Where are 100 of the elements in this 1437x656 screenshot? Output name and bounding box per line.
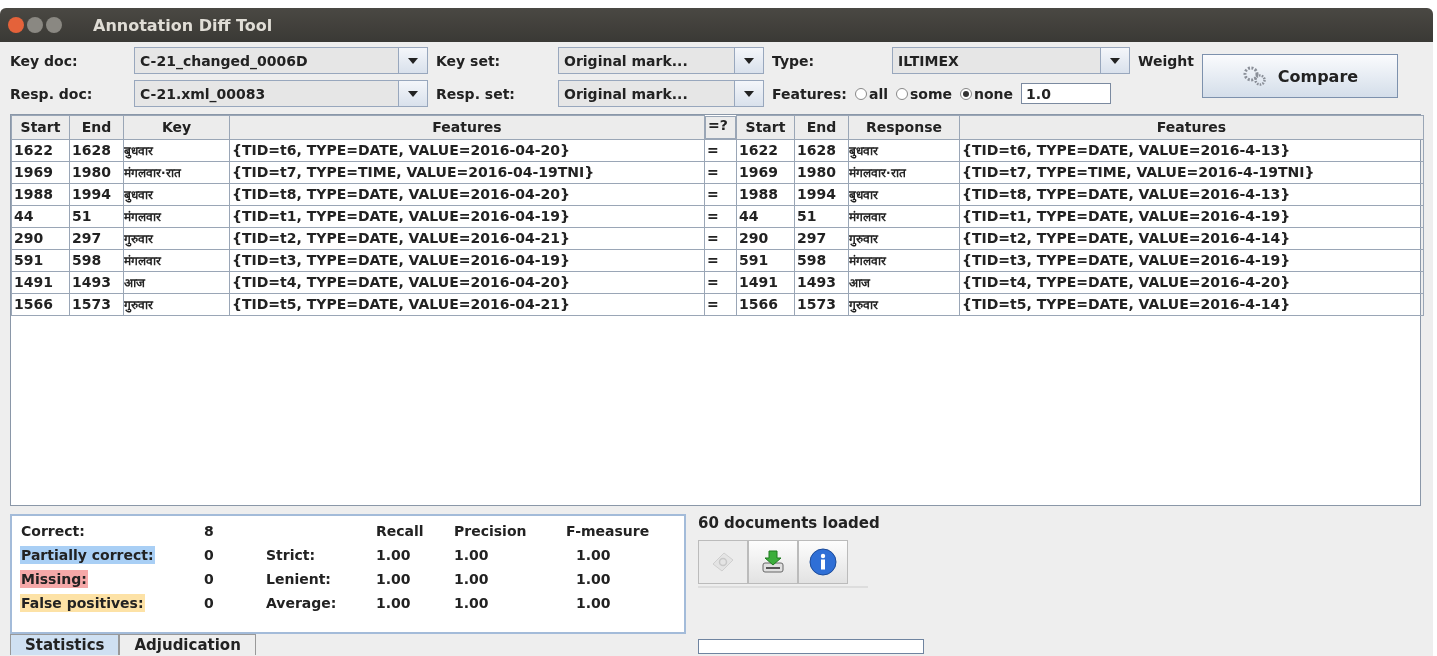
table-cell: {TID=t6, TYPE=DATE, VALUE=2016-04-20} [229,139,705,161]
count-value: 0 [204,571,215,587]
table-cell: 598 [69,249,124,271]
field-label: Resp. doc: [10,85,94,102]
table-cell: 1969 [11,161,70,183]
info-icon [809,548,837,576]
table-cell: 51 [69,205,124,227]
table-cell: {TID=t8, TYPE=DATE, VALUE=2016-4-13} [959,183,1424,205]
maximize-button[interactable] [46,17,62,33]
table-cell: 1988 [11,183,70,205]
table-cell: 1573 [794,293,849,315]
table-cell: = [704,271,737,293]
measure-value: 1.00 [575,547,612,563]
table-cell: = [704,227,737,249]
radio-option[interactable]: none [960,85,1014,102]
table-cell: मंगलवार [123,205,230,227]
table-cell: {TID=t4, TYPE=DATE, VALUE=2016-04-20} [229,271,705,293]
caret-icon [744,90,754,97]
table-cell: = [704,139,737,161]
radio-button[interactable] [854,87,867,100]
column-header: Precision [454,523,528,539]
table-cell: 1980 [69,161,124,183]
column-header[interactable]: =? [705,115,736,139]
field-label: Key doc: [10,52,79,69]
close-button[interactable] [8,17,24,33]
table-cell: 1573 [69,293,124,315]
table-cell: 1566 [736,293,795,315]
minimize-button[interactable] [27,17,43,33]
field-label: Resp. set: [436,85,516,102]
table-cell: मंगलवार [848,205,960,227]
table-cell: 591 [736,249,795,271]
table-cell: 1994 [69,183,124,205]
tab[interactable]: Statistics [10,634,120,655]
table-cell: 44 [11,205,70,227]
table-cell: {TID=t5, TYPE=DATE, VALUE=2016-4-14} [959,293,1424,315]
table-cell: {TID=t2, TYPE=DATE, VALUE=2016-4-14} [959,227,1424,249]
download-icon [760,549,786,575]
table-cell: आज [848,271,960,293]
response-doc-dropdown[interactable]: C-21.xml_00083 [134,80,428,107]
field-label: Key set: [436,52,502,69]
key-set-dropdown[interactable]: Original mark... [558,47,764,74]
table-cell: 1994 [794,183,849,205]
table-cell: {TID=t3, TYPE=DATE, VALUE=2016-04-19} [229,249,705,271]
table-cell: {TID=t7, TYPE=TIME, VALUE=2016-4-19TNI} [959,161,1424,183]
key-doc-dropdown[interactable]: C-21_changed_0006D [134,47,428,74]
radio-option[interactable]: all [854,85,888,102]
table-cell: 51 [794,205,849,227]
radio-button[interactable] [896,87,908,100]
measure-value: 1.00 [454,547,490,563]
column-header: F-measure [566,523,651,539]
measure-label: Average: [266,595,338,611]
column-header[interactable]: Key [123,115,230,139]
column-header[interactable]: Start [736,115,795,139]
table-cell: = [704,249,737,271]
table-cell: = [704,293,737,315]
count-value: 8 [204,523,215,539]
response-set-dropdown[interactable]: Original mark... [558,80,764,107]
tab[interactable]: Adjudication [119,634,256,655]
table-cell: 591 [11,249,70,271]
table-cell: मंगलवार [123,249,230,271]
table-cell: 598 [794,249,849,271]
table-cell: मंगलवार·रात [123,161,230,183]
column-header: Recall [376,523,425,539]
table-cell: 1622 [11,139,70,161]
table-cell: {TID=t1, TYPE=DATE, VALUE=2016-4-19} [959,205,1424,227]
info-button[interactable] [798,540,848,584]
table-cell: {TID=t8, TYPE=DATE, VALUE=2016-04-20} [229,183,705,205]
column-header[interactable]: Features [229,115,705,139]
table-cell: 290 [736,227,795,249]
column-header[interactable]: End [794,115,849,139]
weight-field[interactable]: 1.0 [1021,83,1112,104]
count-value: 0 [204,547,215,563]
table-cell: = [704,205,737,227]
radio-button[interactable] [960,87,973,100]
table-cell: गुरुवार [848,293,960,315]
table-cell: 1628 [794,139,849,161]
table-cell: {TID=t2, TYPE=DATE, VALUE=2016-04-21} [229,227,705,249]
column-header[interactable]: Features [959,115,1424,139]
table-cell: {TID=t3, TYPE=DATE, VALUE=2016-4-19} [959,249,1424,271]
table-cell: 1988 [736,183,795,205]
table-cell: बुधवार [123,183,230,205]
table-cell: {TID=t1, TYPE=DATE, VALUE=2016-04-19} [229,205,705,227]
column-header[interactable]: Response [848,115,960,139]
table-cell: {TID=t5, TYPE=DATE, VALUE=2016-04-21} [229,293,705,315]
measure-value: 1.00 [454,571,490,587]
column-header[interactable]: End [69,115,124,139]
type-dropdown[interactable]: ILTIMEX [892,47,1130,74]
field-label: Features: [772,85,847,102]
field-label: Weight [1138,52,1194,69]
compare-button[interactable]: Compare [1201,54,1398,98]
table-cell: = [704,161,737,183]
document-icon [710,550,736,574]
status-text: 60 documents loaded [698,514,881,532]
measure-value: 1.00 [575,571,612,587]
count-label: False positives: [20,594,145,612]
table-cell: 1628 [69,139,124,161]
table-cell: 1566 [11,293,70,315]
radio-option[interactable]: some [896,85,953,102]
export-button[interactable] [748,540,798,584]
column-header[interactable]: Start [11,115,70,139]
